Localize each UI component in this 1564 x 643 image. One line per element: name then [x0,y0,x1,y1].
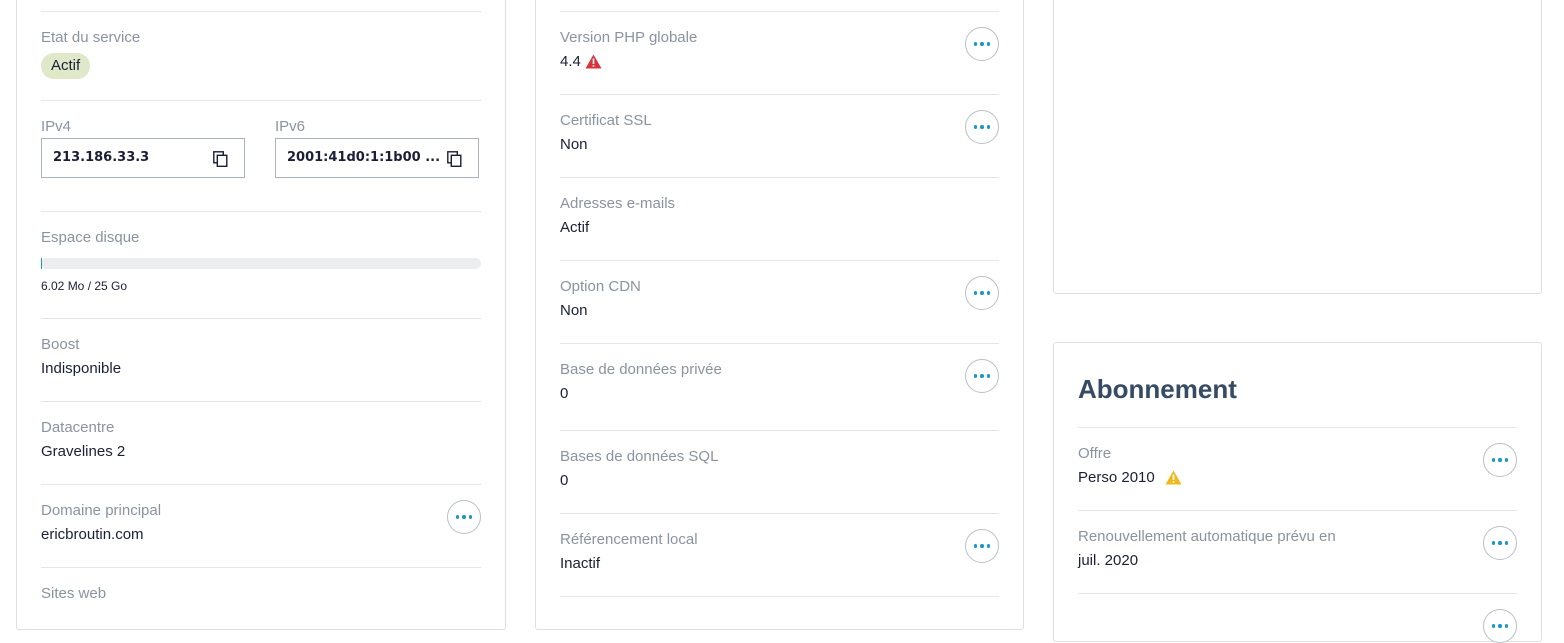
service-info-card: Etat du service Actif IPv4 213.186.33.3 … [16,0,506,630]
datacenter-label: Datacentre [41,419,114,436]
php-version-value-wrap: 4.4 [560,53,602,70]
ellipsis-icon [974,125,991,129]
ellipsis-icon [974,42,991,46]
ipv6-value: 2001:41d0:1:1b00 ... [287,150,440,165]
local-seo-value: Inactif [560,555,600,572]
ellipsis-icon [974,374,991,378]
boost-value: Indisponible [41,360,121,377]
local-seo-row: Référencement local Inactif [560,513,999,596]
websites-row: Sites web [41,567,481,637]
disk-space-label: Espace disque [41,229,139,246]
ellipsis-icon [1492,458,1509,462]
ssl-value: Non [560,136,588,153]
ipv4-field[interactable]: 213.186.33.3 [41,138,245,178]
cdn-more-button[interactable] [965,276,999,310]
next-subscription-row [1078,593,1517,633]
cdn-label: Option CDN [560,278,641,295]
ellipsis-icon [1492,541,1509,545]
warning-red-icon [585,54,602,69]
ipv6-label: IPv6 [275,118,305,135]
warning-yellow-icon [1165,470,1182,485]
offer-row: Offre Perso 2010 [1078,427,1517,510]
ssl-row: Certificat SSL Non [560,94,999,177]
local-seo-label: Référencement local [560,531,698,548]
sql-db-value: 0 [560,472,568,489]
emails-value: Actif [560,219,589,236]
renewal-label: Renouvellement automatique prévu en [1078,528,1336,545]
ellipsis-icon [974,291,991,295]
datacenter-row: Datacentre Gravelines 2 [41,401,481,484]
boost-label: Boost [41,336,79,353]
boost-row: Boost Indisponible [41,318,481,401]
next-more-button[interactable] [1483,609,1517,643]
disk-usage-text: 6.02 Mo / 25 Go [41,279,127,293]
renewal-value: juil. 2020 [1078,552,1138,569]
offer-value-wrap: Perso 2010 [1078,469,1182,486]
next-row [560,596,999,626]
disk-usage-bar [41,258,481,269]
ellipsis-icon [974,544,991,548]
private-db-more-button[interactable] [965,359,999,393]
offer-value: Perso 2010 [1078,469,1155,486]
cdn-row: Option CDN Non [560,260,999,343]
ipv4-label: IPv4 [41,118,71,135]
subscription-card: Abonnement Offre Perso 2010 Renouvelleme… [1053,342,1542,642]
private-db-value: 0 [560,385,568,402]
offer-label: Offre [1078,445,1111,462]
websites-label: Sites web [41,585,106,602]
ipv4-value: 213.186.33.3 [53,150,149,165]
service-state-badge: Actif [41,53,90,79]
php-version-value: 4.4 [560,53,581,70]
emails-label: Adresses e-mails [560,195,675,212]
offer-more-button[interactable] [1483,443,1517,477]
php-version-label: Version PHP globale [560,29,697,46]
ellipsis-icon [1492,624,1509,628]
main-domain-more-button[interactable] [447,500,481,534]
php-version-more-button[interactable] [965,27,999,61]
private-db-row: Base de données privée 0 [560,343,999,430]
local-seo-more-button[interactable] [965,529,999,563]
service-state-row: Etat du service Actif [41,11,481,101]
sql-db-label: Bases de données SQL [560,448,718,465]
ipv6-field[interactable]: 2001:41d0:1:1b00 ... [275,138,479,178]
ip-row: IPv4 213.186.33.3 IPv6 2001:41d0:1:1b00 … [41,100,481,211]
subscription-title: Abonnement [1078,374,1237,405]
ssl-label: Certificat SSL [560,112,652,129]
main-domain-label: Domaine principal [41,502,161,519]
ellipsis-icon [456,515,473,519]
copy-icon[interactable] [447,151,462,167]
datacenter-value: Gravelines 2 [41,443,125,460]
copy-icon[interactable] [213,151,228,167]
disk-space-row: Espace disque 6.02 Mo / 25 Go [41,211,481,318]
php-version-row: Version PHP globale 4.4 [560,11,999,94]
empty-panel-card [1053,0,1542,294]
renewal-more-button[interactable] [1483,526,1517,560]
emails-row: Adresses e-mails Actif [560,177,999,260]
private-db-label: Base de données privée [560,361,722,378]
sql-db-row: Bases de données SQL 0 [560,430,999,513]
ssl-more-button[interactable] [965,110,999,144]
cdn-value: Non [560,302,588,319]
renewal-row: Renouvellement automatique prévu en juil… [1078,510,1517,593]
configuration-card: Version PHP globale 4.4 Certificat SSL N… [535,0,1024,630]
service-state-label: Etat du service [41,29,140,46]
main-domain-row: Domaine principal ericbroutin.com [41,484,481,567]
main-domain-value: ericbroutin.com [41,526,144,543]
